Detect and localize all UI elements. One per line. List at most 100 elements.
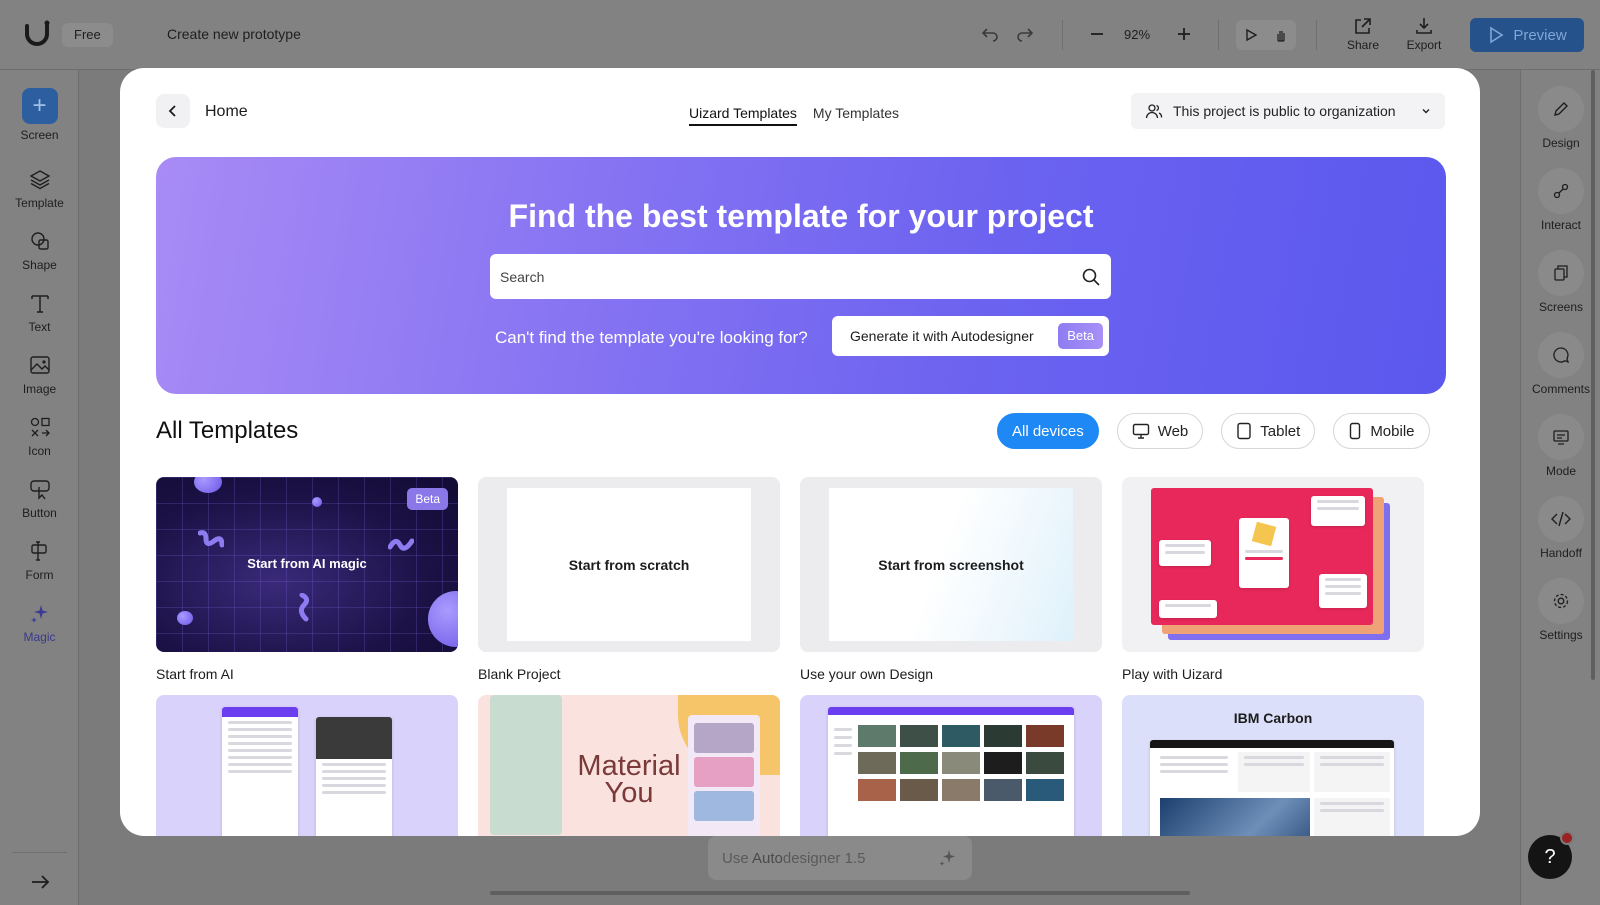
card-label: Blank Project [478,666,561,682]
template-thumbnail[interactable]: IBM Carbon [1122,695,1424,836]
share-label: Share [1346,38,1380,52]
zoom-out-icon[interactable] [1085,22,1109,46]
sidebar-item-form[interactable]: Form [0,538,79,582]
visibility-label: This project is public to organization [1173,103,1396,119]
monitor-icon [1132,423,1149,439]
pointer-icon[interactable] [1244,28,1258,42]
left-sidebar: + Screen Template Shape Text Image Icon … [0,70,79,905]
panel-label: Screens [1538,300,1584,314]
mini-note [1159,540,1211,566]
template-tabs: Uizard Templates My Templates [689,105,899,126]
template-thumbnail[interactable]: Start from screenshot [800,477,1102,652]
mini-phone-screen [222,707,298,836]
filter-web[interactable]: Web [1116,413,1204,449]
thumbnail-title: Start from AI magic [247,556,367,571]
sidebar-divider [12,852,67,853]
card-label: Use your own Design [800,666,934,682]
sidebar-item-label: Icon [28,444,51,458]
panel-settings[interactable]: Settings [1521,578,1600,642]
template-search[interactable] [490,254,1111,299]
form-icon [27,538,53,564]
plus-icon: + [21,88,58,124]
undo-icon[interactable] [978,22,1002,46]
panel-handoff[interactable]: Handoff [1521,496,1600,560]
horizontal-scrollbar[interactable] [490,891,1190,895]
generate-autodesigner-button[interactable]: Generate it with Autodesigner Beta [832,316,1109,356]
play-icon [1490,26,1504,44]
sidebar-item-shape[interactable]: Shape [0,228,79,272]
notification-dot [1560,831,1574,845]
sidebar-item-template[interactable]: Template [0,166,79,210]
shapes-icon [27,228,53,254]
card-label: Start from AI [156,666,234,682]
sidebar-item-screen[interactable]: + Screen [0,88,79,142]
right-sidebar: Design Interact Screens Comments Mode Ha… [1520,70,1600,905]
cursor-button-icon [27,476,53,502]
template-card-own-design[interactable]: Start from screenshot Use your own Desig… [800,477,1102,682]
sidebar-item-image[interactable]: Image [0,352,79,396]
template-thumbnail[interactable] [800,695,1102,836]
zoom-level[interactable]: 92% [1124,27,1150,42]
filter-label: Tablet [1260,422,1301,440]
thumbnail-title: IBM Carbon [1233,710,1313,726]
template-thumbnail[interactable]: Material You [478,695,780,836]
interaction-mode-group [1236,20,1296,50]
sidebar-item-button[interactable]: Button [0,476,79,520]
mini-phone-screen [688,715,760,836]
filter-label: Web [1157,422,1189,440]
template-thumbnail[interactable]: Start from scratch [478,477,780,652]
share-button[interactable]: Share [1338,16,1388,52]
preview-button[interactable]: Preview [1470,18,1584,52]
project-title[interactable]: Create new prototype [167,26,301,42]
sidebar-item-text[interactable]: Text [0,290,79,334]
hand-icon[interactable] [1274,28,1288,42]
template-card-blank-project[interactable]: Start from scratch Blank Project [478,477,780,682]
gear-icon [1538,578,1584,624]
template-thumbnail[interactable] [1122,477,1424,652]
back-button[interactable] [156,94,190,128]
panel-label: Settings [1539,628,1583,642]
tab-uizard-templates[interactable]: Uizard Templates [689,105,797,126]
redo-icon[interactable] [1013,22,1037,46]
hero-banner: Find the best template for your project … [156,157,1446,394]
toolbar-divider [1218,20,1219,50]
tab-my-templates[interactable]: My Templates [813,105,899,126]
section-title: All Templates [156,417,299,444]
uizard-logo-icon[interactable] [22,18,52,48]
template-thumbnail[interactable]: Start from AI magic Beta [156,477,458,652]
template-card-photo-gallery[interactable] [800,695,1102,836]
filter-tablet[interactable]: Tablet [1221,413,1316,449]
visibility-dropdown[interactable]: This project is public to organization [1131,93,1445,129]
plan-badge[interactable]: Free [62,23,113,47]
export-button[interactable]: Export [1399,16,1449,52]
vertical-scrollbar[interactable] [1591,70,1595,680]
breadcrumb-home[interactable]: Home [205,103,248,121]
comment-icon [1538,332,1584,378]
card-label: Play with Uizard [1122,666,1223,682]
panel-comments[interactable]: Comments [1521,332,1600,396]
search-input[interactable] [500,268,1081,285]
pencil-icon [1538,86,1584,132]
template-card-material-you[interactable]: Material You [478,695,780,836]
zoom-in-icon[interactable] [1172,22,1196,46]
autodesigner-input[interactable]: Use Autodesigner 1.5 [708,836,972,880]
filter-all-devices[interactable]: All devices [997,413,1099,449]
sidebar-item-icon[interactable]: Icon [0,414,79,458]
chevron-left-icon [168,105,176,117]
panel-screens[interactable]: Screens [1521,250,1600,314]
panel-interact[interactable]: Interact [1521,168,1600,232]
panel-mode[interactable]: Mode [1521,414,1600,478]
template-card-start-from-ai[interactable]: Start from AI magic Beta Start from AI [156,477,458,682]
search-icon[interactable] [1081,267,1101,287]
arrow-right-icon[interactable] [28,870,52,894]
device-filters: All devices Web Tablet Mobile [997,413,1430,449]
template-thumbnail[interactable] [156,695,458,836]
template-card-messaging-app[interactable] [156,695,458,836]
panel-design[interactable]: Design [1521,86,1600,150]
code-icon [1538,496,1584,542]
sidebar-item-magic[interactable]: Magic [0,600,79,644]
template-card-ibm-carbon[interactable]: IBM Carbon [1122,695,1424,836]
template-card-play-with-uizard[interactable]: Play with Uizard [1122,477,1424,682]
filter-mobile[interactable]: Mobile [1333,413,1430,449]
users-icon [1145,104,1163,119]
